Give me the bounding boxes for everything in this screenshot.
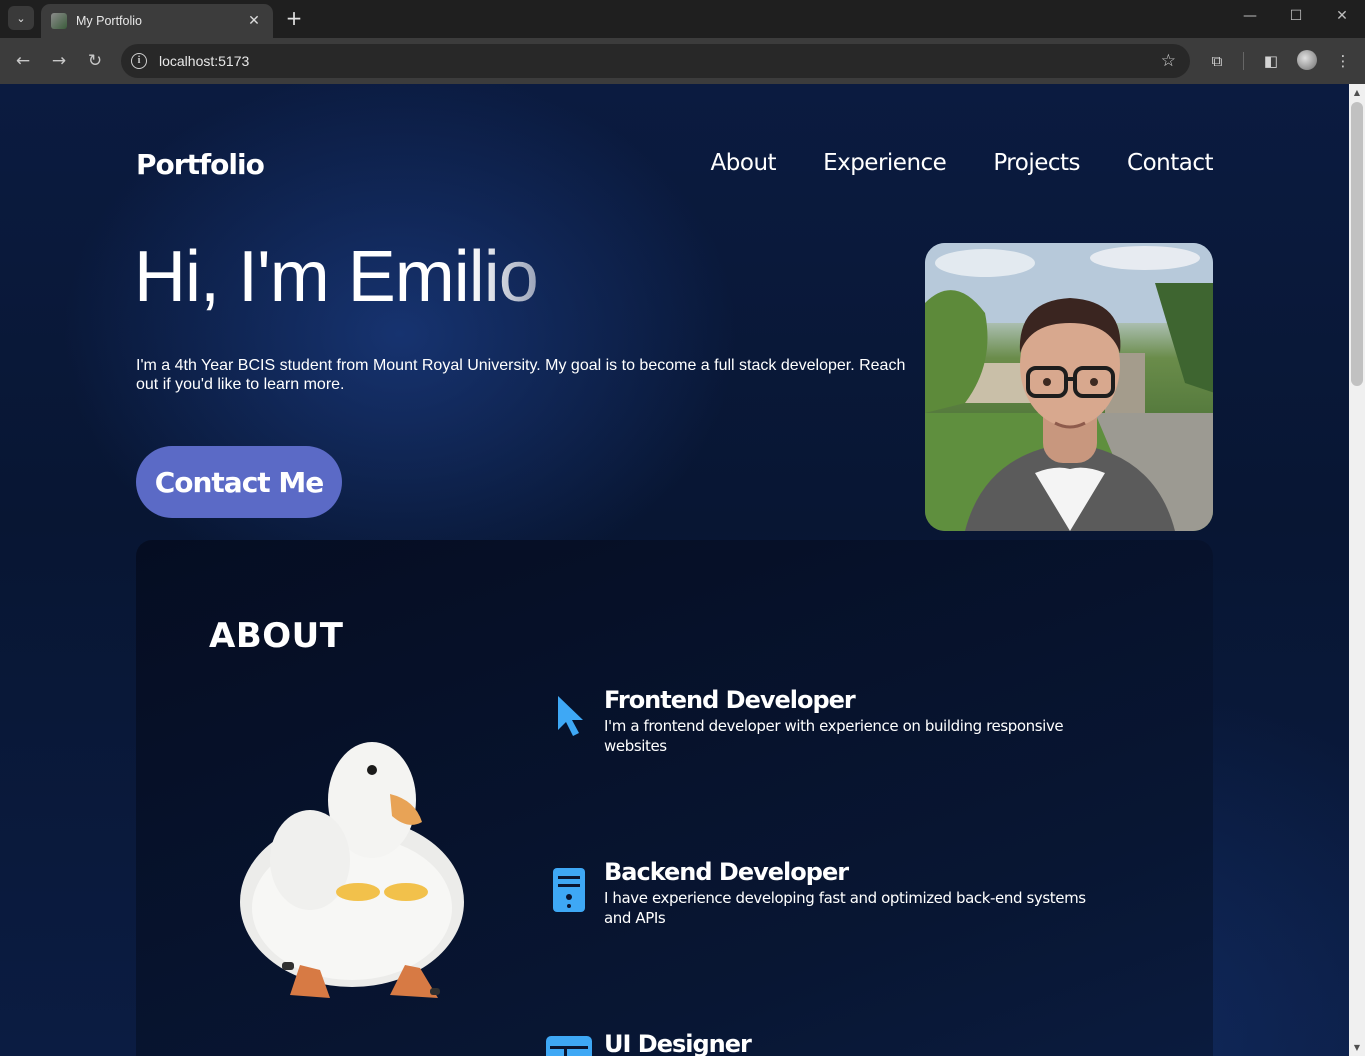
plus-icon[interactable]: + bbox=[283, 7, 305, 29]
url-text[interactable]: localhost:5173 bbox=[159, 53, 1161, 69]
role-description: I'm a frontend developer with experience… bbox=[604, 717, 1064, 755]
nav-contact[interactable]: Contact bbox=[1127, 150, 1213, 176]
tab-search-icon[interactable]: ⌄ bbox=[8, 6, 34, 30]
profile-icon[interactable] bbox=[1297, 50, 1317, 70]
brand-logo[interactable]: Portfolio bbox=[136, 148, 265, 181]
scroll-thumb[interactable] bbox=[1351, 102, 1363, 386]
cursor-icon bbox=[558, 696, 583, 736]
hero-title-fade: lio bbox=[468, 237, 539, 317]
browser-tab[interactable]: My Portfolio ✕ bbox=[41, 4, 273, 38]
hero-description: I'm a 4th Year BCIS student from Mount R… bbox=[136, 357, 906, 393]
close-window-icon[interactable]: ✕ bbox=[1327, 8, 1357, 24]
maximize-icon[interactable]: ☐ bbox=[1281, 8, 1311, 24]
reload-icon[interactable]: ↻ bbox=[83, 49, 107, 73]
browser-tab-bar: ⌄ My Portfolio ✕ + — ☐ ✕ bbox=[0, 0, 1365, 38]
star-icon[interactable]: ☆ bbox=[1161, 51, 1176, 71]
role-description: I have experience developing fast and op… bbox=[604, 889, 1086, 927]
profile-photo-illustration bbox=[925, 243, 1213, 531]
sidebar-icon[interactable]: ◧ bbox=[1260, 50, 1282, 72]
info-icon[interactable]: i bbox=[131, 53, 147, 69]
forward-icon[interactable]: → bbox=[47, 49, 71, 73]
tab-title: My Portfolio bbox=[76, 14, 142, 28]
favicon-icon bbox=[51, 13, 67, 29]
about-heading: ABOUT bbox=[209, 616, 344, 656]
back-icon[interactable]: ← bbox=[11, 49, 35, 73]
nav-about[interactable]: About bbox=[711, 150, 777, 176]
layout-icon bbox=[546, 1036, 592, 1056]
menu-icon[interactable]: ⋮ bbox=[1332, 50, 1354, 72]
role-title: Frontend Developer bbox=[604, 686, 856, 714]
profile-photo bbox=[925, 243, 1213, 531]
toolbar-separator bbox=[1243, 52, 1244, 70]
page-viewport: Portfolio About Experience Projects Cont… bbox=[0, 84, 1349, 1056]
address-bar[interactable]: i localhost:5173 ☆ bbox=[121, 44, 1190, 78]
nav-projects[interactable]: Projects bbox=[993, 150, 1080, 176]
extensions-icon[interactable]: ⧉ bbox=[1206, 50, 1228, 72]
scroll-down-icon[interactable]: ▼ bbox=[1349, 1043, 1365, 1052]
page-scrollbar[interactable]: ▲ ▼ bbox=[1349, 84, 1365, 1056]
about-section: ABOUT Frontend Developer I'm a frontend … bbox=[136, 540, 1213, 1056]
minimize-icon[interactable]: — bbox=[1235, 8, 1265, 24]
hero-title-main: Hi, I'm Emi bbox=[134, 237, 470, 317]
server-icon bbox=[553, 868, 585, 912]
role-title: Backend Developer bbox=[604, 858, 849, 886]
main-nav: About Experience Projects Contact bbox=[711, 150, 1214, 176]
nav-experience[interactable]: Experience bbox=[823, 150, 947, 176]
duck-image bbox=[240, 742, 464, 998]
hero-title: Hi, I'm Emilio bbox=[134, 236, 539, 318]
scroll-up-icon[interactable]: ▲ bbox=[1349, 88, 1365, 97]
close-icon[interactable]: ✕ bbox=[245, 13, 263, 29]
contact-me-button[interactable]: Contact Me bbox=[136, 446, 342, 518]
browser-toolbar: ← → ↻ i localhost:5173 ☆ ⧉ ◧ ⋮ bbox=[0, 38, 1365, 84]
role-title: UI Designer bbox=[604, 1030, 752, 1056]
